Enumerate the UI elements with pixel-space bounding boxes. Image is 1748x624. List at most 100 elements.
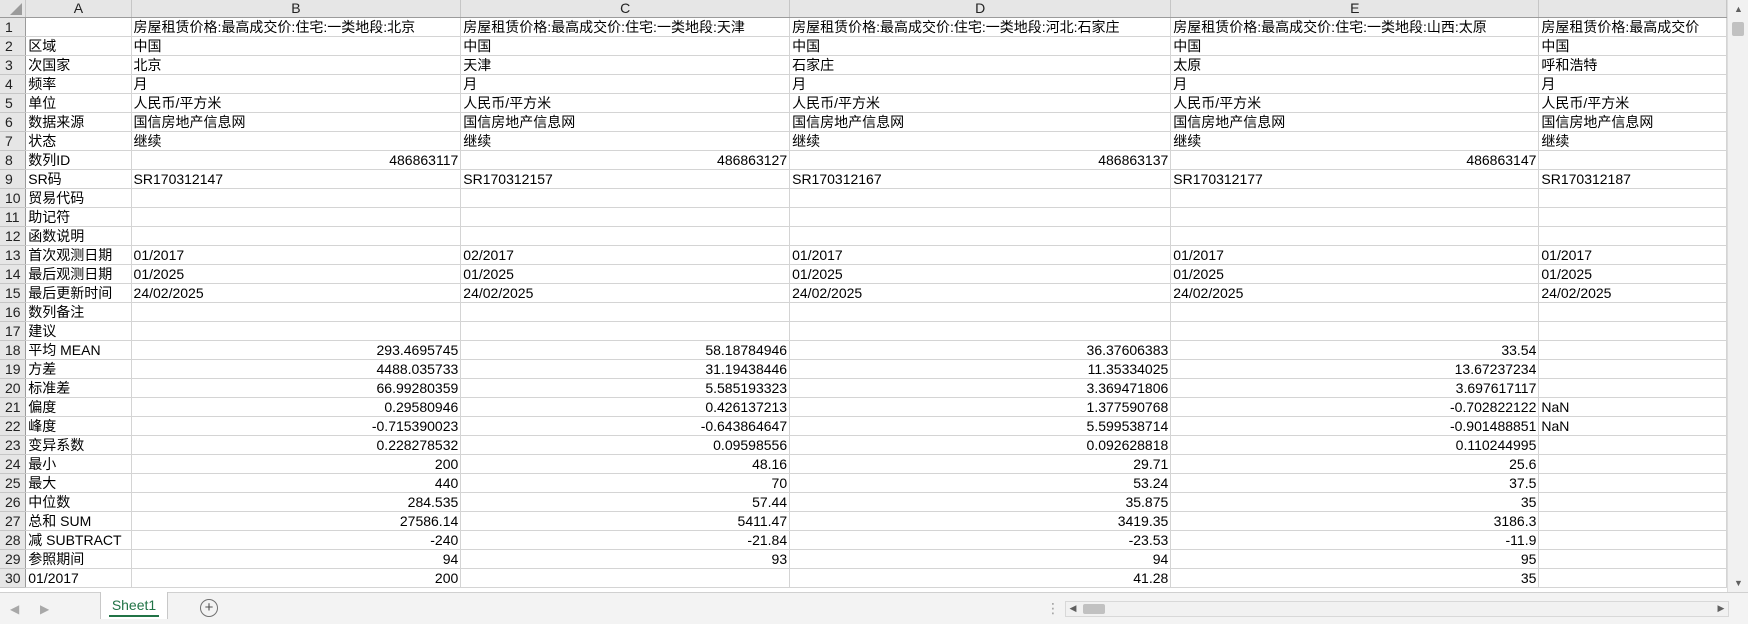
cell-c[interactable]: 继续 bbox=[460, 131, 791, 151]
row-header[interactable]: 30 bbox=[0, 568, 27, 588]
cell-e[interactable]: 35 bbox=[1170, 492, 1540, 512]
cell-c[interactable] bbox=[460, 226, 791, 246]
row-header[interactable]: 27 bbox=[0, 511, 27, 531]
cell-d[interactable] bbox=[789, 321, 1172, 341]
cell-b[interactable]: 中国 bbox=[131, 36, 462, 56]
column-header-e[interactable]: E bbox=[1170, 0, 1540, 18]
row-header[interactable]: 2 bbox=[0, 36, 27, 56]
cell-a[interactable]: 首次观测日期 bbox=[25, 245, 132, 265]
cell-d[interactable] bbox=[789, 207, 1172, 227]
cell-f[interactable] bbox=[1538, 359, 1727, 379]
cell-b[interactable]: 94 bbox=[131, 549, 462, 569]
cell-a[interactable] bbox=[25, 17, 132, 37]
cell-f[interactable]: 01/2025 bbox=[1538, 264, 1727, 284]
cell-b[interactable]: 293.4695745 bbox=[131, 340, 462, 360]
cell-f[interactable] bbox=[1538, 473, 1727, 493]
cell-d[interactable]: 房屋租赁价格:最高成交价:住宅:一类地段:河北:石家庄 bbox=[789, 17, 1172, 37]
row-header[interactable]: 25 bbox=[0, 473, 27, 493]
cell-e[interactable] bbox=[1170, 188, 1540, 208]
cell-a[interactable]: 总和 SUM bbox=[25, 511, 132, 531]
cell-b[interactable]: 4488.035733 bbox=[131, 359, 462, 379]
cell-e[interactable]: 95 bbox=[1170, 549, 1540, 569]
cell-c[interactable]: 5.585193323 bbox=[460, 378, 791, 398]
cell-c[interactable]: 国信房地产信息网 bbox=[460, 112, 791, 132]
cell-d[interactable]: 94 bbox=[789, 549, 1172, 569]
cell-e[interactable]: 37.5 bbox=[1170, 473, 1540, 493]
cell-c[interactable]: 486863127 bbox=[460, 150, 791, 170]
cell-c[interactable]: 93 bbox=[460, 549, 791, 569]
cell-f[interactable]: 房屋租赁价格:最高成交价 bbox=[1538, 17, 1727, 37]
cell-d[interactable]: 0.092628818 bbox=[789, 435, 1172, 455]
cell-table[interactable]: ABCDE 1 房屋租赁价格:最高成交价:住宅:一类地段:北京 房屋租赁价格:最高成… bbox=[0, 0, 1727, 588]
cell-d[interactable] bbox=[789, 302, 1172, 322]
column-header-c[interactable]: C bbox=[460, 0, 791, 18]
row-header[interactable]: 26 bbox=[0, 492, 27, 512]
scroll-left-icon[interactable]: ◀ bbox=[1066, 601, 1080, 615]
cell-e[interactable]: 01/2017 bbox=[1170, 245, 1540, 265]
cell-d[interactable]: 11.35334025 bbox=[789, 359, 1172, 379]
cell-a[interactable]: SR码 bbox=[25, 169, 132, 189]
cell-d[interactable]: -23.53 bbox=[789, 530, 1172, 550]
cell-a[interactable]: 数列ID bbox=[25, 150, 132, 170]
cell-d[interactable]: 01/2025 bbox=[789, 264, 1172, 284]
cell-b[interactable]: 01/2017 bbox=[131, 245, 462, 265]
cell-e[interactable]: 房屋租赁价格:最高成交价:住宅:一类地段:山西:太原 bbox=[1170, 17, 1540, 37]
cell-e[interactable]: 继续 bbox=[1170, 131, 1540, 151]
horizontal-scrollbar[interactable]: ◀ ▶ bbox=[1065, 601, 1729, 617]
cell-a[interactable]: 数列备注 bbox=[25, 302, 132, 322]
row-header[interactable]: 15 bbox=[0, 283, 27, 303]
cell-b[interactable]: 0.29580946 bbox=[131, 397, 462, 417]
cell-f[interactable]: 01/2017 bbox=[1538, 245, 1727, 265]
cell-b[interactable] bbox=[131, 226, 462, 246]
cell-f[interactable] bbox=[1538, 378, 1727, 398]
cell-b[interactable]: -0.715390023 bbox=[131, 416, 462, 436]
cell-a[interactable]: 数据来源 bbox=[25, 112, 132, 132]
cell-e[interactable]: 太原 bbox=[1170, 55, 1540, 75]
cell-f[interactable] bbox=[1538, 321, 1727, 341]
cell-d[interactable]: 5.599538714 bbox=[789, 416, 1172, 436]
cell-b[interactable]: 房屋租赁价格:最高成交价:住宅:一类地段:北京 bbox=[131, 17, 462, 37]
cell-b[interactable] bbox=[131, 207, 462, 227]
cell-c[interactable]: 31.19438446 bbox=[460, 359, 791, 379]
cell-e[interactable]: 24/02/2025 bbox=[1170, 283, 1540, 303]
cell-f[interactable]: 24/02/2025 bbox=[1538, 283, 1727, 303]
cell-c[interactable] bbox=[460, 302, 791, 322]
cell-a[interactable]: 最小 bbox=[25, 454, 132, 474]
cell-d[interactable]: 3419.35 bbox=[789, 511, 1172, 531]
cell-a[interactable]: 方差 bbox=[25, 359, 132, 379]
cell-b[interactable]: 国信房地产信息网 bbox=[131, 112, 462, 132]
cell-a[interactable]: 最后更新时间 bbox=[25, 283, 132, 303]
cell-c[interactable]: 58.18784946 bbox=[460, 340, 791, 360]
column-header-d[interactable]: D bbox=[789, 0, 1172, 18]
cell-e[interactable] bbox=[1170, 321, 1540, 341]
cell-b[interactable]: 200 bbox=[131, 568, 462, 588]
row-header[interactable]: 13 bbox=[0, 245, 27, 265]
cell-e[interactable]: 486863147 bbox=[1170, 150, 1540, 170]
cell-a[interactable]: 中位数 bbox=[25, 492, 132, 512]
cell-a[interactable]: 平均 MEAN bbox=[25, 340, 132, 360]
cell-a[interactable]: 标准差 bbox=[25, 378, 132, 398]
cell-e[interactable]: 01/2025 bbox=[1170, 264, 1540, 284]
cell-d[interactable]: 人民币/平方米 bbox=[789, 93, 1172, 113]
row-header[interactable]: 12 bbox=[0, 226, 27, 246]
row-header[interactable]: 29 bbox=[0, 549, 27, 569]
cell-d[interactable]: 36.37606383 bbox=[789, 340, 1172, 360]
cell-d[interactable]: 3.369471806 bbox=[789, 378, 1172, 398]
cell-e[interactable] bbox=[1170, 302, 1540, 322]
cell-d[interactable]: 01/2017 bbox=[789, 245, 1172, 265]
spreadsheet-grid[interactable]: ABCDE 1 房屋租赁价格:最高成交价:住宅:一类地段:北京 房屋租赁价格:最高成… bbox=[0, 0, 1727, 592]
column-header-a[interactable]: A bbox=[25, 0, 132, 18]
cell-d[interactable]: 石家庄 bbox=[789, 55, 1172, 75]
cell-a[interactable]: 函数说明 bbox=[25, 226, 132, 246]
cell-c[interactable]: 02/2017 bbox=[460, 245, 791, 265]
cell-c[interactable] bbox=[460, 207, 791, 227]
row-header[interactable]: 22 bbox=[0, 416, 27, 436]
cell-d[interactable]: 53.24 bbox=[789, 473, 1172, 493]
row-header[interactable]: 1 bbox=[0, 17, 27, 37]
cell-e[interactable]: -11.9 bbox=[1170, 530, 1540, 550]
cell-f[interactable]: 国信房地产信息网 bbox=[1538, 112, 1727, 132]
cell-e[interactable]: 0.110244995 bbox=[1170, 435, 1540, 455]
cell-d[interactable]: SR170312167 bbox=[789, 169, 1172, 189]
cell-d[interactable]: 24/02/2025 bbox=[789, 283, 1172, 303]
tab-scroll-left-icon[interactable]: ◀ bbox=[10, 602, 19, 616]
